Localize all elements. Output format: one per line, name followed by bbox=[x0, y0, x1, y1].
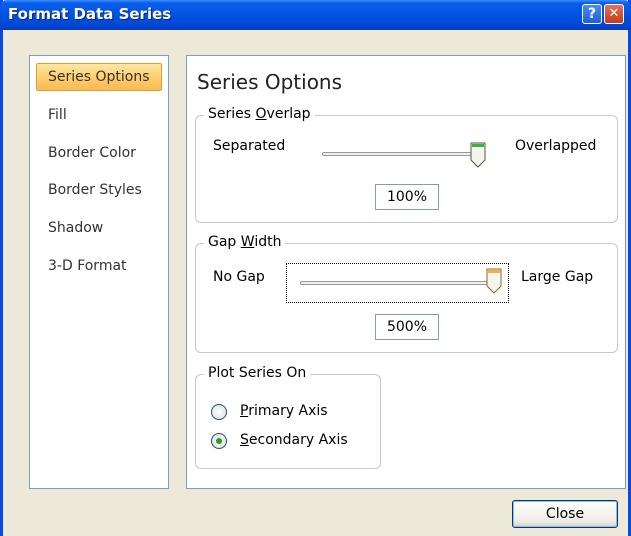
overlap-slider-track[interactable] bbox=[322, 152, 482, 156]
secondary-axis-radio[interactable] bbox=[211, 433, 227, 449]
gap-width-value-field[interactable]: 500% bbox=[375, 314, 439, 340]
close-button[interactable]: Close bbox=[512, 500, 618, 528]
primary-axis-radio[interactable] bbox=[211, 404, 227, 420]
gap-slider-track[interactable] bbox=[300, 281, 500, 285]
gap-slider-thumb[interactable] bbox=[486, 268, 502, 294]
secondary-axis-label[interactable]: Secondary Axis bbox=[240, 432, 348, 448]
category-list: Series Options Fill Border Color Border … bbox=[29, 55, 169, 489]
no-gap-label: No Gap bbox=[213, 269, 265, 285]
series-overlap-label: Series Overlap bbox=[204, 106, 315, 122]
slider-thumb-icon bbox=[486, 268, 502, 294]
overlapped-label: Overlapped bbox=[515, 138, 597, 154]
gap-width-group: Gap Width No Gap Large Gap 500% bbox=[195, 234, 618, 353]
series-overlap-group: Series Overlap Separated Overlapped 100% bbox=[195, 106, 618, 223]
page-title: Series Options bbox=[197, 70, 343, 94]
overlap-value-field[interactable]: 100% bbox=[375, 184, 439, 210]
slider-thumb-icon bbox=[470, 142, 486, 168]
plot-series-on-group: Plot Series On Primary Axis Secondary Ax… bbox=[195, 365, 381, 469]
help-button[interactable]: ? bbox=[582, 4, 602, 24]
radio-selected-dot-icon bbox=[216, 438, 222, 444]
nav-item-series-options[interactable]: Series Options bbox=[36, 63, 162, 91]
title-bar[interactable]: Format Data Series ? ✕ bbox=[0, 0, 631, 30]
overlap-slider-thumb[interactable] bbox=[470, 142, 486, 168]
dialog-title: Format Data Series bbox=[8, 5, 172, 23]
large-gap-label: Large Gap bbox=[521, 269, 594, 285]
window-close-button[interactable]: ✕ bbox=[604, 4, 624, 24]
plot-series-on-label: Plot Series On bbox=[204, 365, 311, 381]
nav-item-fill[interactable]: Fill bbox=[36, 101, 162, 129]
nav-item-shadow[interactable]: Shadow bbox=[36, 214, 162, 242]
format-data-series-dialog: Format Data Series ? ✕ Series Options Fi… bbox=[0, 0, 631, 536]
separated-label: Separated bbox=[213, 138, 286, 154]
series-options-panel: Series Options Series Overlap Separated … bbox=[186, 55, 626, 489]
nav-item-border-styles[interactable]: Border Styles bbox=[36, 176, 162, 204]
gap-width-label: Gap Width bbox=[204, 234, 286, 250]
nav-item-3d-format[interactable]: 3-D Format bbox=[36, 252, 162, 280]
nav-item-border-color[interactable]: Border Color bbox=[36, 139, 162, 167]
primary-axis-label[interactable]: Primary Axis bbox=[240, 403, 328, 419]
